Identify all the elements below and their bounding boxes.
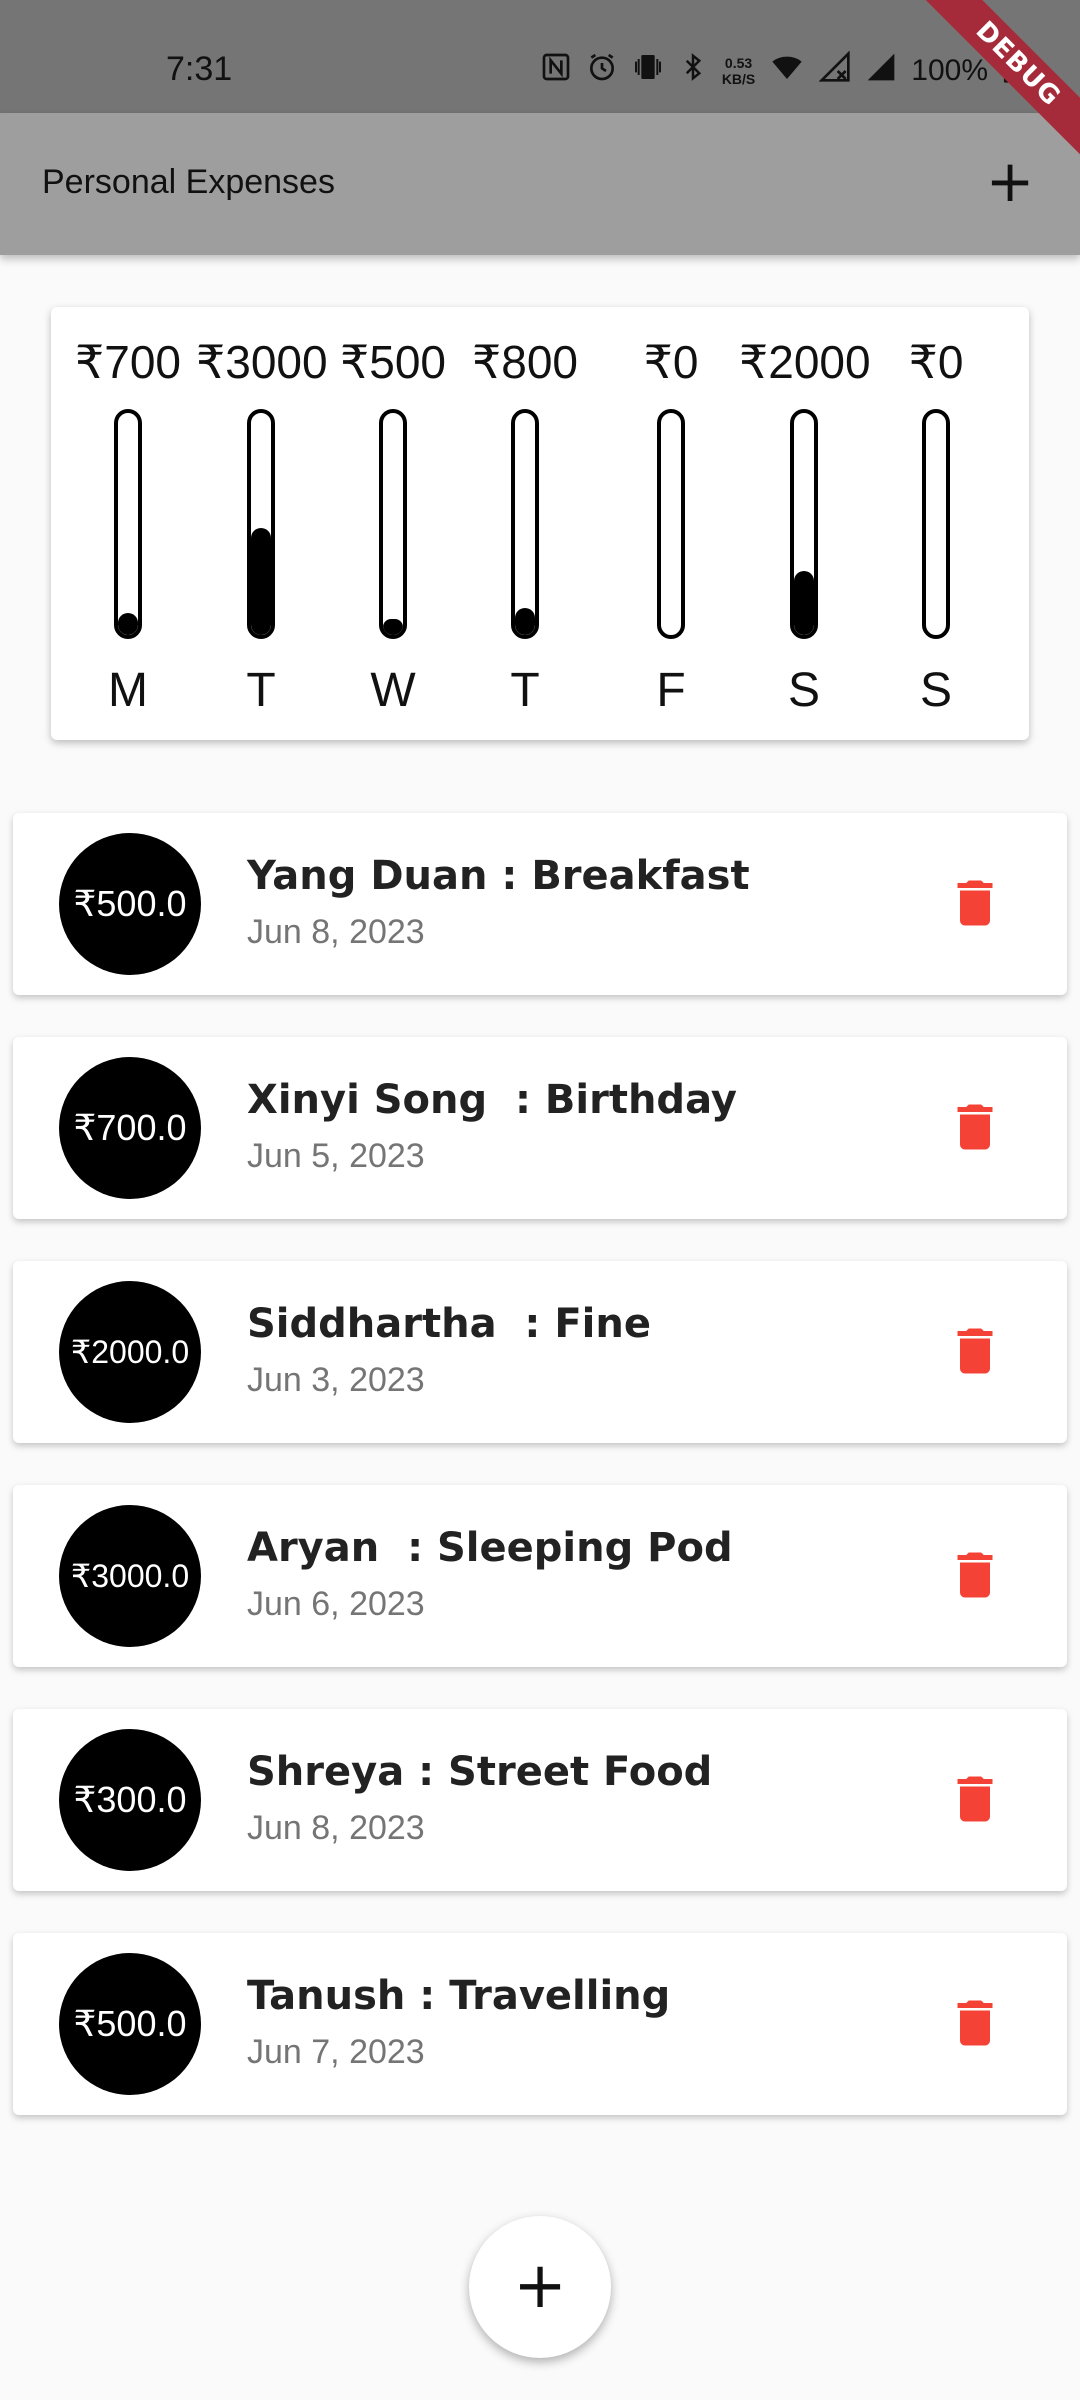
transaction-date: Jun 3, 2023 [247, 1361, 425, 1399]
trash-icon [957, 1776, 993, 1822]
add-icon: + [513, 2249, 567, 2323]
delete-button[interactable] [945, 873, 1005, 933]
transaction-title: Xinyi Song : Birthday [247, 1077, 737, 1123]
bar-fill [251, 528, 271, 635]
bar-amount: ₹800 [471, 336, 578, 388]
bar-fill [794, 570, 814, 635]
add-fab-button[interactable]: + [469, 2216, 611, 2358]
transaction-title: Shreya : Street Food [247, 1749, 713, 1795]
trash-icon [957, 880, 993, 926]
transaction-date: Jun 8, 2023 [247, 1809, 425, 1847]
debug-banner-label: DEBUG [920, 0, 1080, 160]
transaction-date: Jun 8, 2023 [247, 913, 425, 951]
bar-fill [383, 619, 403, 635]
bar-day-label: M [108, 664, 148, 717]
bar-amount: ₹500 [339, 336, 446, 388]
transaction-title: Yang Duan : Breakfast [247, 853, 750, 899]
nfc-icon [540, 51, 572, 91]
bar-amount: ₹0 [643, 336, 699, 388]
chart-bar-column: ₹700 M [63, 307, 193, 740]
weekly-chart: ₹700 M ₹3000 T ₹500 W ₹800 T ₹0 F ₹2000 … [51, 307, 1029, 740]
transaction-title: Tanush : Travelling [247, 1973, 671, 2019]
chart-bar-column: ₹2000 S [739, 307, 871, 740]
app-bar: Personal Expenses + [0, 113, 1080, 255]
debug-banner: DEBUG [920, 0, 1080, 160]
bar-track [247, 409, 275, 639]
amount-badge: ₹500.0 [59, 833, 201, 975]
alarm-icon [586, 51, 618, 91]
bar-track [114, 409, 142, 639]
list-item: ₹500.0 Yang Duan : Breakfast Jun 8, 2023 [13, 813, 1067, 995]
list-item: ₹700.0 Xinyi Song : Birthday Jun 5, 2023 [13, 1037, 1067, 1219]
trash-icon [957, 1328, 993, 1374]
signal-icon [865, 51, 897, 91]
status-bar: 7:31 0.53 KB/S 100% [0, 0, 1080, 113]
net-speed-unit: KB/S [721, 71, 756, 87]
bar-day-label: T [510, 664, 540, 717]
delete-button[interactable] [945, 1545, 1005, 1605]
bar-track [922, 409, 950, 639]
delete-button[interactable] [945, 1097, 1005, 1157]
amount-badge: ₹2000.0 [59, 1281, 201, 1423]
bar-track [790, 409, 818, 639]
amount-badge: ₹300.0 [59, 1729, 201, 1871]
wifi-icon [769, 51, 805, 91]
signal-off-icon [818, 50, 851, 91]
bar-day-label: S [787, 664, 820, 717]
delete-button[interactable] [945, 1321, 1005, 1381]
transaction-date: Jun 7, 2023 [247, 2033, 425, 2071]
chart-bar-column: ₹0 F [606, 307, 736, 740]
transaction-date: Jun 5, 2023 [247, 1137, 425, 1175]
amount-badge: ₹500.0 [59, 1953, 201, 2095]
bar-amount: ₹700 [74, 336, 181, 388]
chart-bar-column: ₹3000 T [196, 307, 328, 740]
bar-amount: ₹0 [908, 336, 964, 388]
net-speed: 0.53 KB/S [722, 55, 755, 87]
list-item: ₹500.0 Tanush : Travelling Jun 7, 2023 [13, 1933, 1067, 2115]
list-item: ₹300.0 Shreya : Street Food Jun 8, 2023 [13, 1709, 1067, 1891]
vibrate-icon [632, 51, 664, 91]
bar-amount: ₹2000 [739, 336, 871, 388]
chart-bar-column: ₹0 S [871, 307, 1001, 740]
list-item: ₹2000.0 Siddhartha : Fine Jun 3, 2023 [13, 1261, 1067, 1443]
transaction-title: Aryan : Sleeping Pod [247, 1525, 733, 1571]
bluetooth-icon [678, 51, 708, 91]
bar-day-label: F [656, 664, 686, 717]
net-speed-value: 0.53 [724, 55, 753, 71]
status-time: 7:31 [166, 50, 233, 88]
bar-fill [515, 608, 535, 635]
bar-track [657, 409, 685, 639]
chart-bar-column: ₹800 T [460, 307, 590, 740]
trash-icon [957, 1552, 993, 1598]
delete-button[interactable] [945, 1769, 1005, 1829]
bar-day-label: S [919, 664, 952, 717]
delete-button[interactable] [945, 1993, 1005, 2053]
transaction-title: Siddhartha : Fine [247, 1301, 651, 1347]
bar-fill [118, 612, 138, 635]
bar-day-label: W [370, 664, 416, 717]
trash-icon [957, 1104, 993, 1150]
bar-amount: ₹3000 [196, 336, 328, 388]
trash-icon [957, 2000, 993, 2046]
bar-track [511, 409, 539, 639]
bar-track [379, 409, 407, 639]
amount-badge: ₹3000.0 [59, 1505, 201, 1647]
page-title: Personal Expenses [42, 163, 335, 201]
list-item: ₹3000.0 Aryan : Sleeping Pod Jun 6, 2023 [13, 1485, 1067, 1667]
amount-badge: ₹700.0 [59, 1057, 201, 1199]
transaction-date: Jun 6, 2023 [247, 1585, 425, 1623]
bar-day-label: T [246, 664, 276, 717]
chart-bar-column: ₹500 W [328, 307, 458, 740]
